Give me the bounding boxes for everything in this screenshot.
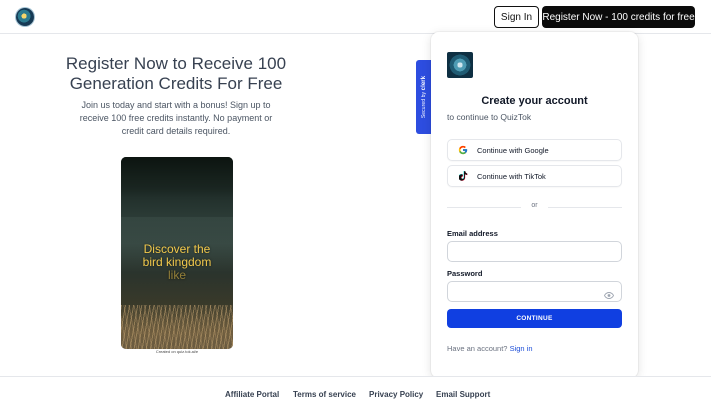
quiztok-logo-icon — [447, 52, 473, 78]
google-button-label: Continue with Google — [477, 145, 549, 155]
globe-logo-icon[interactable] — [16, 8, 34, 26]
continue-button[interactable]: CONTINUE — [447, 309, 622, 328]
have-account-row: Have an account? Sign in — [447, 344, 533, 353]
show-password-eye-icon[interactable] — [604, 287, 614, 299]
have-account-text: Have an account? — [447, 344, 508, 353]
sign-in-link[interactable]: Sign in — [510, 344, 533, 353]
email-field[interactable] — [447, 241, 622, 262]
or-divider: or — [447, 202, 622, 212]
top-header: Sign In Register Now - 100 credits for f… — [0, 0, 711, 34]
email-label: Email address — [447, 229, 498, 238]
video-credit: Created on quiz.tok.ai/e — [155, 349, 199, 354]
password-field[interactable] — [447, 281, 622, 302]
clerk-brand-text: clerk — [420, 75, 427, 91]
footer-link-privacy-policy[interactable]: Privacy Policy — [369, 390, 423, 399]
secured-by-clerk-badge[interactable]: Secured by clerk — [416, 60, 431, 134]
clerk-badge-text: Secured by clerk — [421, 76, 427, 118]
register-now-button[interactable]: Register Now - 100 credits for free — [542, 6, 695, 28]
continue-with-tiktok-button[interactable]: Continue with TikTok — [447, 165, 622, 187]
card-subtitle: to continue to QuizTok — [447, 112, 532, 122]
header-sign-in-button[interactable]: Sign In — [494, 6, 539, 28]
video-reeds-foreground — [121, 305, 233, 349]
promo-video[interactable]: Discover the bird kingdom like — [121, 157, 233, 349]
promo-title: Register Now to Receive 100 Generation C… — [65, 54, 287, 93]
footer-link-affiliate-portal[interactable]: Affiliate Portal — [225, 390, 279, 399]
secured-by-text: Secured by — [420, 91, 427, 119]
password-label: Password — [447, 269, 483, 278]
video-caption: Discover the bird kingdom like — [121, 243, 233, 282]
tiktok-button-label: Continue with TikTok — [477, 171, 546, 181]
card-title: Create your account — [481, 95, 588, 107]
continue-with-google-button[interactable]: Continue with Google — [447, 139, 622, 161]
video-caption-line-3: like — [167, 268, 186, 282]
google-icon — [458, 145, 468, 155]
video-trees-background — [121, 157, 233, 197]
tiktok-icon — [458, 171, 468, 181]
sign-up-card: Create your account to continue to QuizT… — [431, 32, 638, 378]
promo-description: Join us today and start with a bonus! Si… — [79, 100, 273, 136]
footer-link-terms-of-service[interactable]: Terms of service — [293, 390, 356, 399]
footer-link-email-support[interactable]: Email Support — [436, 390, 490, 399]
divider-line-right — [548, 207, 622, 208]
page-footer: Affiliate Portal Terms of service Privac… — [0, 376, 711, 400]
